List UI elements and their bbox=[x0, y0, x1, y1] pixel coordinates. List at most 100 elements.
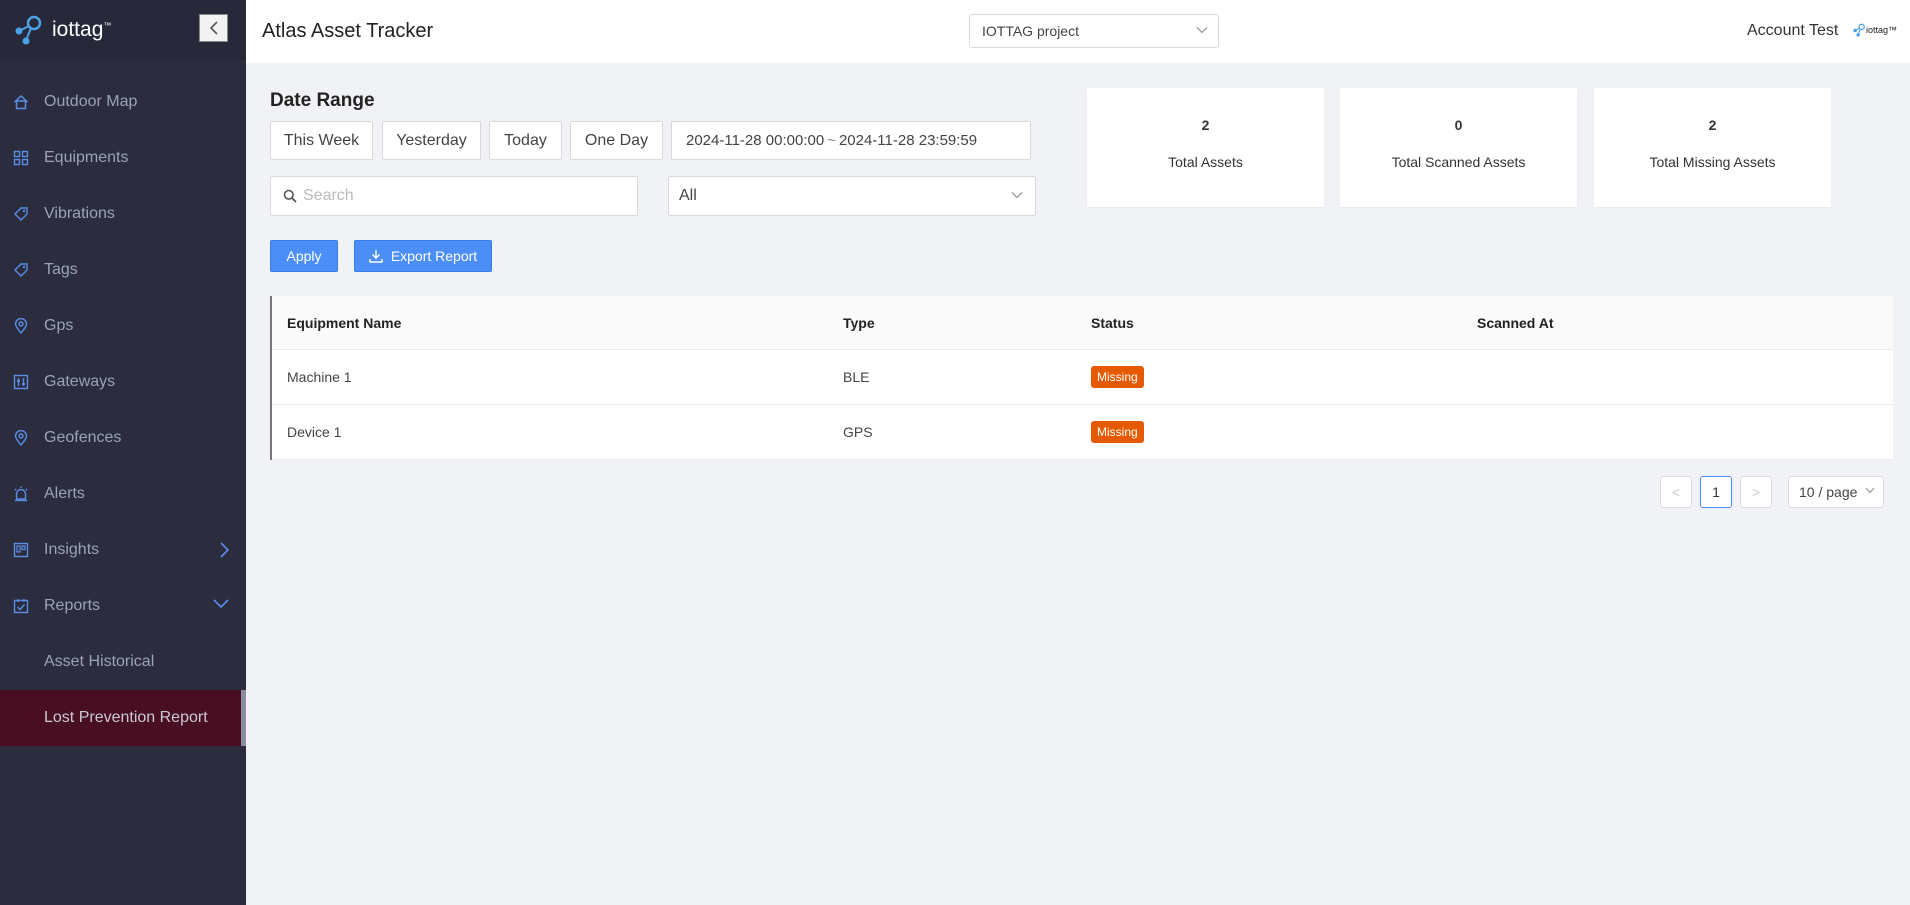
sidebar-item-label: Tags bbox=[44, 261, 78, 278]
sidebar-item-label: Geofences bbox=[44, 429, 122, 446]
status-badge: Missing bbox=[1091, 366, 1144, 388]
date-range-heading: Date Range bbox=[270, 90, 375, 111]
sidebar-subitem-label: Asset Historical bbox=[44, 653, 155, 670]
next-page-button[interactable]: > bbox=[1740, 476, 1772, 508]
chevron-down-icon bbox=[1011, 192, 1023, 199]
chevron-down-icon bbox=[213, 599, 229, 609]
brand-name: iottag bbox=[52, 18, 104, 41]
cell-type: BLE bbox=[843, 369, 870, 385]
sidebar-item-vibrations[interactable]: Vibrations bbox=[0, 186, 246, 242]
stat-card-total-scanned-assets: 0 Total Scanned Assets bbox=[1340, 88, 1577, 207]
sidebar-subitem-lost-prevention-report[interactable]: Lost Prevention Report bbox=[0, 690, 246, 746]
stat-label: Total Assets bbox=[1168, 154, 1243, 170]
sidebar-item-label: Vibrations bbox=[44, 205, 115, 222]
table-row[interactable]: Machine 1 BLE Missing bbox=[272, 350, 1893, 405]
chevron-left-icon bbox=[209, 21, 218, 35]
checklist-icon bbox=[12, 597, 30, 615]
sidebar-item-label: Gateways bbox=[44, 373, 116, 390]
search-input[interactable] bbox=[303, 187, 623, 205]
iottag-logo-icon bbox=[1853, 23, 1865, 37]
home-icon bbox=[12, 93, 30, 111]
page-size-select[interactable]: 10 / page bbox=[1788, 476, 1884, 508]
table-header: Equipment Name Type Status Scanned At bbox=[272, 296, 1893, 350]
range-end: 2024-11-28 23:59:59 bbox=[838, 132, 978, 149]
apply-button[interactable]: Apply bbox=[270, 240, 338, 272]
collapse-sidebar-button[interactable] bbox=[199, 14, 228, 42]
stat-value: 2 bbox=[1708, 117, 1717, 133]
top-header: Atlas Asset Tracker IOTTAG project Accou… bbox=[246, 0, 1910, 63]
sidebar-item-geofences[interactable]: Geofences bbox=[0, 410, 246, 466]
sidebar-item-gateways[interactable]: Gateways bbox=[0, 354, 246, 410]
export-report-button[interactable]: Export Report bbox=[354, 240, 492, 272]
sidebar-item-label: Alerts bbox=[44, 485, 85, 502]
tag-icon bbox=[12, 205, 30, 223]
cell-equipment-name: Device 1 bbox=[287, 424, 342, 440]
range-separator: ~ bbox=[827, 132, 836, 149]
project-select-value: IOTTAG project bbox=[982, 23, 1079, 39]
search-field[interactable] bbox=[270, 176, 638, 216]
type-filter-value: All bbox=[679, 187, 697, 204]
sliders-icon bbox=[12, 373, 30, 391]
sidebar-item-label: Reports bbox=[44, 597, 101, 614]
header-logo: iottag™ bbox=[1852, 23, 1897, 37]
sidebar-menu: Outdoor Map Equipments Vibrations Tags G… bbox=[0, 74, 246, 746]
chevron-down-icon bbox=[1196, 27, 1208, 34]
brand-tm: ™ bbox=[103, 21, 112, 30]
board-icon bbox=[12, 541, 30, 559]
sidebar-item-tags[interactable]: Tags bbox=[0, 242, 246, 298]
prev-page-button[interactable]: < bbox=[1660, 476, 1692, 508]
stat-card-total-missing-assets: 2 Total Missing Assets bbox=[1594, 88, 1831, 207]
column-header-status[interactable]: Status bbox=[1091, 315, 1477, 331]
sidebar-item-insights[interactable]: Insights bbox=[0, 522, 246, 578]
iottag-logo-icon bbox=[15, 15, 42, 45]
sidebar-item-outdoor-map[interactable]: Outdoor Map bbox=[0, 74, 246, 130]
location-pin-icon bbox=[12, 317, 30, 335]
cell-equipment-name: Machine 1 bbox=[287, 369, 352, 385]
this-week-button[interactable]: This Week bbox=[270, 121, 373, 160]
page-size-value: 10 / page bbox=[1799, 484, 1858, 500]
sidebar-item-label: Outdoor Map bbox=[44, 93, 138, 110]
cell-status: Missing bbox=[1091, 421, 1477, 443]
account-menu[interactable]: Account Test bbox=[1747, 22, 1838, 40]
sidebar-item-reports[interactable]: Reports bbox=[0, 578, 246, 634]
status-badge: Missing bbox=[1091, 421, 1144, 443]
sidebar: iottag™ Outdoor Map Equipments Vibration… bbox=[0, 0, 246, 905]
report-table: Equipment Name Type Status Scanned At Ma… bbox=[270, 296, 1893, 460]
page-number-button[interactable]: 1 bbox=[1700, 476, 1732, 508]
sidebar-item-equipments[interactable]: Equipments bbox=[0, 130, 246, 186]
chevron-right-icon bbox=[220, 542, 230, 558]
stat-value: 2 bbox=[1201, 117, 1210, 133]
one-day-button[interactable]: One Day bbox=[570, 121, 663, 160]
export-report-label: Export Report bbox=[390, 248, 478, 264]
sidebar-subitem-label: Lost Prevention Report bbox=[44, 709, 208, 726]
stat-label: Total Scanned Assets bbox=[1391, 154, 1526, 170]
sidebar-item-label: Equipments bbox=[44, 149, 129, 166]
column-header-scanned-at[interactable]: Scanned At bbox=[1477, 315, 1893, 331]
table-row[interactable]: Device 1 GPS Missing bbox=[272, 405, 1893, 460]
app-title: Atlas Asset Tracker bbox=[262, 20, 434, 42]
sidebar-item-gps[interactable]: Gps bbox=[0, 298, 246, 354]
sidebar-item-label: Gps bbox=[44, 317, 74, 334]
type-filter-select[interactable]: All bbox=[668, 176, 1036, 216]
column-header-equipment-name[interactable]: Equipment Name bbox=[272, 315, 843, 331]
today-button[interactable]: Today bbox=[489, 121, 562, 160]
date-range-picker[interactable]: 2024-11-28 00:00:00 ~ 2024-11-28 23:59:5… bbox=[671, 121, 1031, 160]
cell-status: Missing bbox=[1091, 366, 1477, 388]
tag-icon bbox=[12, 261, 30, 279]
grid-icon bbox=[12, 149, 30, 167]
stat-value: 0 bbox=[1454, 117, 1463, 133]
cell-type: GPS bbox=[843, 424, 873, 440]
yesterday-button[interactable]: Yesterday bbox=[382, 121, 481, 160]
download-icon bbox=[369, 250, 383, 263]
sidebar-subitem-asset-historical[interactable]: Asset Historical bbox=[0, 634, 246, 690]
column-header-type[interactable]: Type bbox=[843, 315, 1091, 331]
sidebar-item-label: Insights bbox=[44, 541, 100, 558]
chevron-down-icon bbox=[1865, 487, 1875, 494]
search-icon bbox=[283, 189, 297, 203]
stat-card-total-assets: 2 Total Assets bbox=[1087, 88, 1324, 207]
header-logo-text: iottag™ bbox=[1866, 25, 1898, 35]
location-pin-icon bbox=[12, 429, 30, 447]
sidebar-item-alerts[interactable]: Alerts bbox=[0, 466, 246, 522]
project-select[interactable]: IOTTAG project bbox=[969, 14, 1219, 48]
alarm-icon bbox=[12, 485, 30, 503]
